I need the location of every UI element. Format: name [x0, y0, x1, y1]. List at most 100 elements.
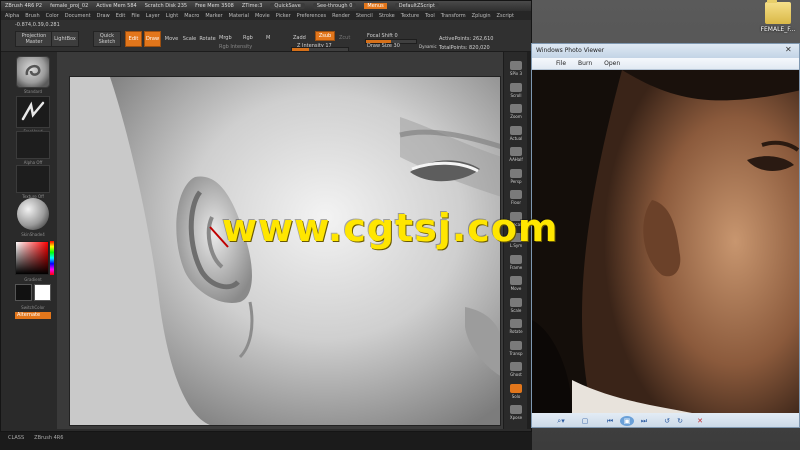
previous-icon[interactable]: ⏮ — [604, 416, 616, 426]
menu-item-brush[interactable]: Brush — [25, 13, 39, 19]
actual-size-icon[interactable]: ▢ — [580, 416, 590, 426]
tool-label: Actual — [509, 135, 523, 141]
move-button[interactable]: Move — [163, 31, 180, 47]
color-picker[interactable] — [15, 241, 49, 275]
draw-size-label[interactable]: Draw Size 30 — [367, 43, 400, 49]
menu-item-document[interactable]: Document — [65, 13, 91, 19]
viewport-canvas[interactable] — [69, 76, 501, 426]
m-button[interactable]: M — [266, 35, 270, 41]
tool-floor[interactable]: Floor — [506, 185, 526, 205]
menu-item-texture[interactable]: Texture — [401, 13, 419, 19]
menu-item-edit[interactable]: Edit — [116, 13, 126, 19]
mrgb-button[interactable]: Mrgb — [219, 35, 232, 41]
folder-icon — [765, 0, 791, 24]
ztime: ZTime:3 — [241, 3, 263, 9]
rotate-button[interactable]: Rotate — [199, 31, 216, 47]
tool-transp[interactable]: Transp — [506, 336, 526, 356]
free-mem: Free Mem 3508 — [195, 3, 234, 9]
photo-viewer-controls: ⌕▾ ▢ ⏮ ▣ ⏭ ↺ ↻ ✕ — [532, 413, 799, 427]
burn-menu[interactable]: Burn — [578, 60, 592, 67]
menu-item-alpha[interactable]: Alpha — [5, 13, 19, 19]
edit-button[interactable]: Edit — [125, 31, 142, 47]
tool-solo[interactable]: Solo — [506, 379, 526, 399]
next-icon[interactable]: ⏭ — [638, 416, 650, 426]
tool-ghost[interactable]: Ghost — [506, 357, 526, 377]
zcut-button[interactable]: Zcut — [339, 35, 350, 41]
desktop-folder[interactable]: FEMALE_F... — [758, 0, 798, 33]
menu-item-file[interactable]: File — [131, 13, 139, 19]
tool-frame[interactable]: Frame — [506, 250, 526, 270]
menu-item-layer[interactable]: Layer — [146, 13, 160, 19]
secondary-color-swatch[interactable] — [34, 284, 51, 301]
menu-item-stencil[interactable]: Stencil — [356, 13, 373, 19]
rotate-icon — [510, 319, 522, 328]
menu-item-tool[interactable]: Tool — [425, 13, 435, 19]
tool-rotate[interactable]: Rotate — [506, 314, 526, 334]
menus-button[interactable]: Menus — [364, 3, 387, 9]
draw-button[interactable]: Draw — [144, 31, 161, 47]
file-menu[interactable]: File — [556, 60, 566, 67]
stroke-thumbnail[interactable] — [16, 96, 50, 128]
tool-label: Floor — [511, 200, 521, 205]
quicksave-button[interactable]: QuickSave — [270, 3, 305, 9]
rotate-right-icon[interactable]: ↻ — [675, 416, 685, 426]
brush-thumbnail[interactable] — [16, 56, 50, 88]
menu-item-movie[interactable]: Movie — [255, 13, 270, 19]
zsub-button[interactable]: Zsub — [315, 31, 335, 41]
menu-item-render[interactable]: Render — [332, 13, 350, 19]
tool-xpose[interactable]: Xpose — [506, 400, 526, 420]
zoom-icon[interactable]: ⌕▾ — [552, 416, 570, 426]
tool-move[interactable]: Move — [506, 271, 526, 291]
alternate-button[interactable]: Alternate — [15, 312, 51, 319]
menu-item-draw[interactable]: Draw — [97, 13, 110, 19]
slideshow-icon[interactable]: ▣ — [620, 416, 634, 426]
dynamic-button[interactable]: Dynamic — [419, 44, 437, 49]
texture-thumbnail[interactable] — [16, 165, 50, 193]
lightbox-button[interactable]: LightBox — [51, 31, 79, 47]
menu-item-material[interactable]: Material — [229, 13, 249, 19]
see-through-slider[interactable]: See-through 0 — [312, 3, 357, 9]
material-thumbnail[interactable] — [17, 198, 49, 230]
menu-item-preferences[interactable]: Preferences — [297, 13, 326, 19]
quick-sketch-button[interactable]: Quick Sketch — [93, 31, 121, 47]
tool-aahalf[interactable]: AAHalf — [506, 142, 526, 162]
menu-item-zscript[interactable]: Zscript — [497, 13, 514, 19]
coordinates-readout: -0.874,0.39,0.281 — [15, 22, 60, 28]
tool-zoom[interactable]: Zoom — [506, 99, 526, 119]
switch-color-button[interactable]: SwitchColor — [13, 305, 53, 310]
menu-item-marker[interactable]: Marker — [205, 13, 222, 19]
tool-label: Transp — [509, 350, 523, 356]
tool-actual[interactable]: Actual — [506, 121, 526, 141]
main-color-swatch[interactable] — [15, 284, 32, 301]
close-icon[interactable]: ✕ — [785, 46, 793, 54]
zadd-button[interactable]: Zadd — [293, 35, 306, 41]
status-version: ZBrush 4R6 — [34, 435, 64, 441]
delete-icon[interactable]: ✕ — [695, 416, 705, 426]
scale-button[interactable]: Scale — [181, 31, 198, 47]
menu-item-color[interactable]: Color — [46, 13, 59, 19]
open-menu[interactable]: Open — [604, 60, 620, 67]
rotate-left-icon[interactable]: ↺ — [662, 416, 672, 426]
floor-icon — [510, 190, 522, 199]
zbrush-title-bar: ZBrush 4R6 P2 female_proj_02 Active Mem … — [1, 1, 531, 11]
rgb-button[interactable]: Rgb — [243, 35, 253, 41]
zbrush-menu-bar: Alpha Brush Color Document Draw Edit File Layer… — [1, 11, 531, 20]
move-icon — [510, 276, 522, 285]
default-zscript-button[interactable]: DefaultZScript — [394, 3, 439, 9]
menu-item-transform[interactable]: Transform — [441, 13, 466, 19]
menu-item-stroke[interactable]: Stroke — [379, 13, 395, 19]
tool-spix-3[interactable]: SPix 3 — [506, 56, 526, 76]
alpha-thumbnail[interactable] — [16, 131, 50, 159]
rgb-intensity-slider[interactable]: Rgb Intensity — [219, 44, 252, 50]
menu-item-light[interactable]: Light — [166, 13, 178, 19]
menu-item-zplugin[interactable]: Zplugin — [472, 13, 491, 19]
tool-scroll[interactable]: Scroll — [506, 78, 526, 98]
menu-item-picker[interactable]: Picker — [276, 13, 291, 19]
total-points: TotalPoints: 820,020 — [439, 45, 490, 51]
tool-scale[interactable]: Scale — [506, 293, 526, 313]
hue-bar[interactable] — [50, 241, 54, 275]
projection-master-button[interactable]: Projection Master — [15, 31, 53, 47]
tool-persp[interactable]: Persp — [506, 164, 526, 184]
brush-label: Standard — [23, 89, 43, 94]
menu-item-macro[interactable]: Macro — [184, 13, 199, 19]
